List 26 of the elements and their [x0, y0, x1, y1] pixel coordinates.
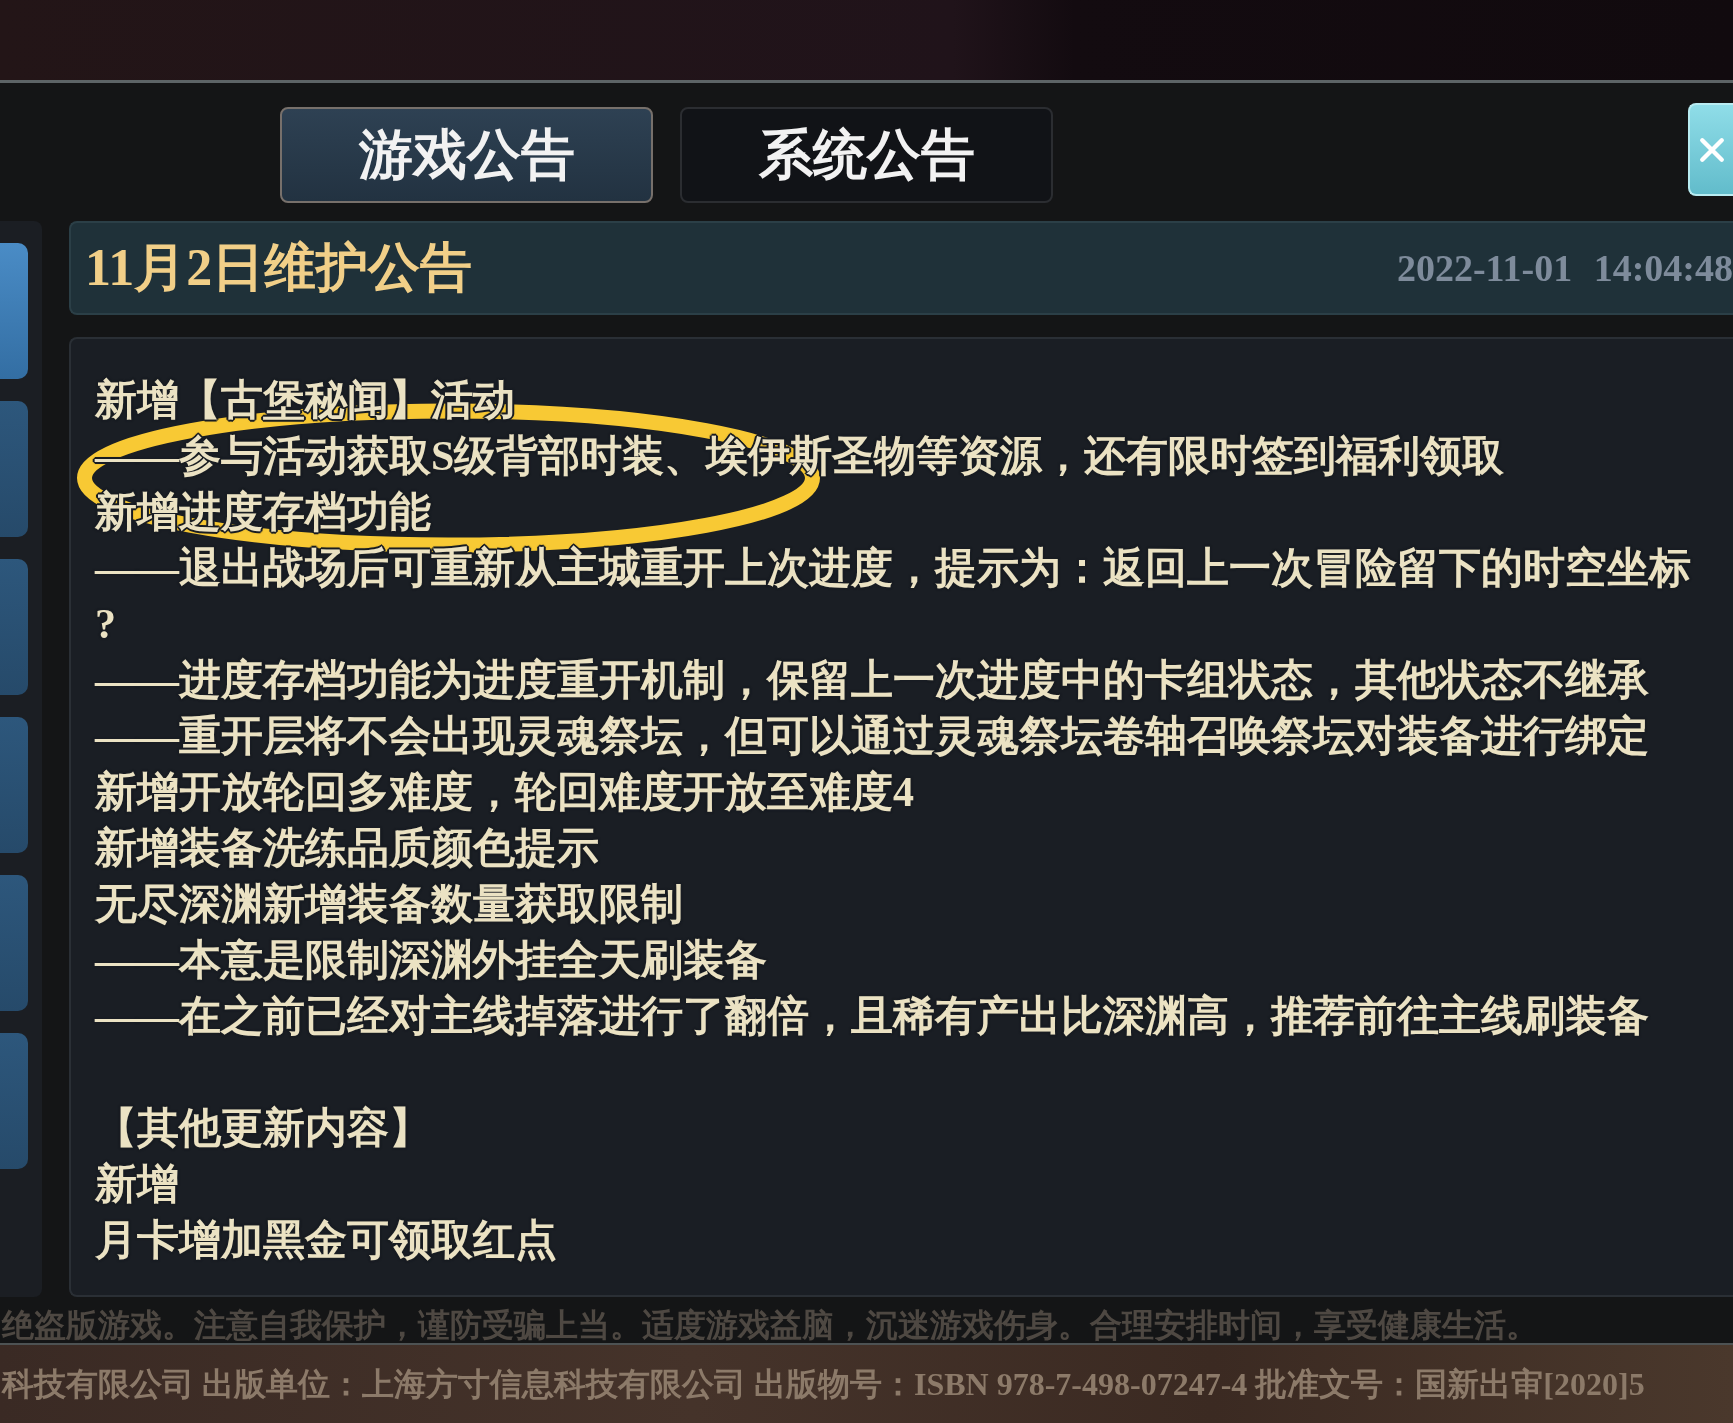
text-line: ?: [95, 600, 116, 649]
text-line: ——退出战场后可重新从主城重开上次进度，提示为：返回上一次冒险留下的时空坐标: [95, 544, 1691, 593]
sidebar-tab[interactable]: [0, 401, 28, 537]
text-line: ——重开层将不会出现灵魂祭坛，但可以通过灵魂祭坛卷轴召唤祭坛对装备进行绑定: [95, 712, 1649, 761]
sidebar-tab[interactable]: [0, 243, 28, 379]
close-icon: [1698, 136, 1725, 163]
sidebar-tab[interactable]: [0, 875, 28, 1011]
text-line: ——本意是限制深渊外挂全天刷装备: [95, 936, 767, 985]
text-line: 新增开放轮回多难度，轮回难度开放至难度4: [95, 768, 914, 817]
sidebar-tab[interactable]: [0, 559, 28, 695]
text-line: ——进度存档功能为进度重开机制，保留上一次进度中的卡组状态，其他状态不继承: [95, 656, 1649, 705]
text-line: 无尽深渊新增装备数量获取限制: [95, 880, 683, 929]
health-notice: 绝盗版游戏。注意自我保护，谨防受骗上当。适度游戏益脑，沉迷游戏伤身。合理安排时间，享受健康生活。: [0, 1307, 1538, 1343]
publisher-info: 科技有限公司 出版单位：上海方寸信息科技有限公司 出版物号：ISBN 978-7-498-07247-4 批准文号：国新出审[2020]5: [0, 1365, 1645, 1404]
announcement-date: 2022-11-01 14:04:48: [1396, 246, 1733, 290]
text-line: 【其他更新内容】: [95, 1104, 431, 1153]
tab[interactable]: 系统公告: [680, 107, 1053, 203]
text-line: 新增: [95, 1160, 179, 1209]
text-line: 新增装备洗练品质颜色提示: [95, 824, 599, 873]
tab[interactable]: 游戏公告: [280, 107, 653, 203]
text-line: ——在之前已经对主线掉落进行了翻倍，且稀有产出比深渊高，推荐前往主线刷装备: [95, 992, 1649, 1041]
close-button[interactable]: [1688, 103, 1733, 196]
sidebar-tab[interactable]: [0, 1033, 28, 1169]
text-line: 月卡增加黑金可领取红点: [95, 1216, 557, 1265]
sidebar-tab[interactable]: [0, 717, 28, 853]
announcement-title: 11月2日维护公告: [85, 238, 473, 298]
